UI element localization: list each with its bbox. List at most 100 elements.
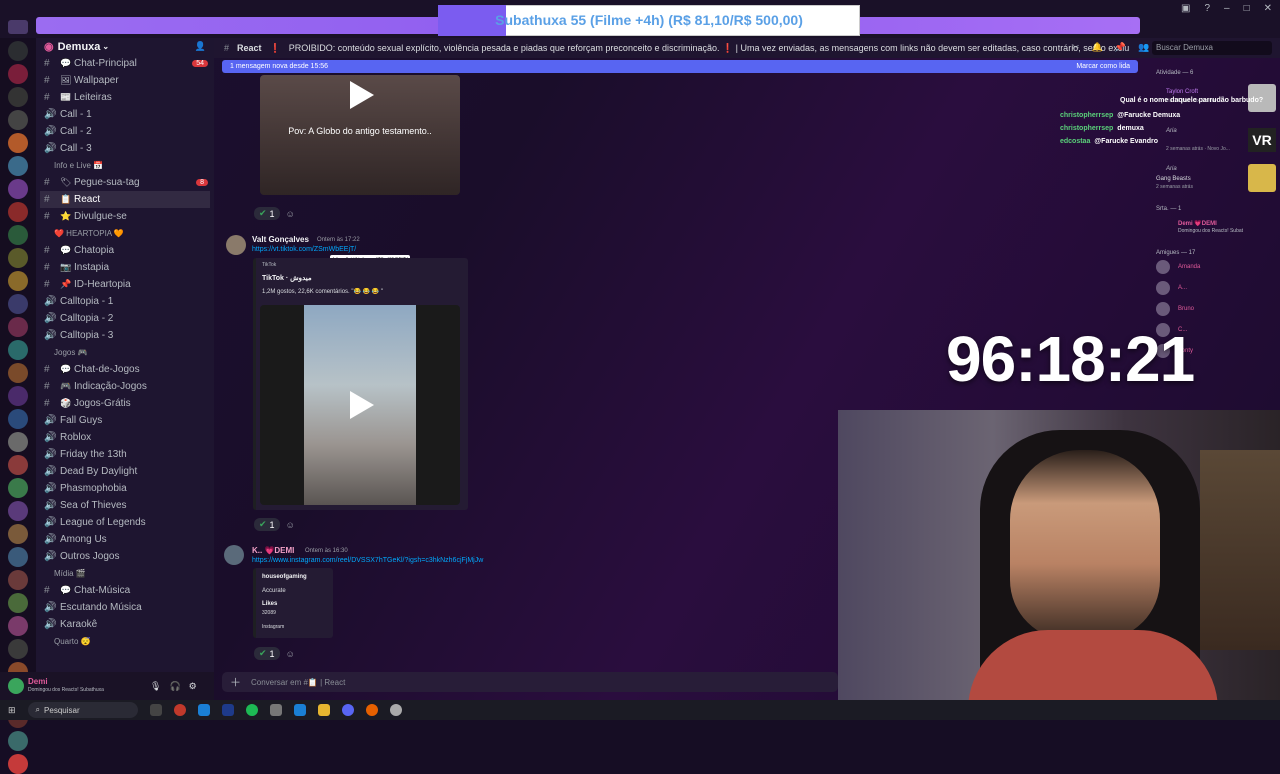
channel-item[interactable]: # 💬 Chat-Principal 54 [36, 55, 214, 72]
embed-author[interactable]: houseofgaming [262, 574, 307, 580]
mark-read-button[interactable]: Marcar como lida [1076, 63, 1130, 70]
channel-item[interactable]: # 💬 Chatopia [36, 242, 214, 259]
server-icon[interactable] [8, 87, 28, 107]
server-icon[interactable] [8, 501, 28, 521]
channel-item[interactable]: # 📷 Instapia [36, 259, 214, 276]
channel-item[interactable]: 🔊 Sea of Thieves [36, 497, 214, 514]
channel-item[interactable]: # 🖼 Wallpaper [36, 72, 214, 89]
new-messages-bar[interactable]: 1 mensagem nova desde 15:56 Marcar como … [222, 60, 1138, 73]
server-icon[interactable] [8, 432, 28, 452]
add-reaction-icon[interactable]: ☺ [286, 209, 295, 219]
embed-title[interactable]: TikTok · ميدوش [262, 274, 312, 282]
server-icon[interactable] [8, 133, 28, 153]
obs-icon[interactable] [389, 704, 402, 716]
server-icon[interactable] [8, 156, 28, 176]
server-icon[interactable] [8, 570, 28, 590]
edge-icon[interactable] [197, 704, 210, 716]
reaction-chip[interactable]: ✔ 1 [254, 207, 280, 220]
server-icon[interactable] [8, 225, 28, 245]
channel-item[interactable]: # 🏷 Pegue-sua-tag 8 [36, 174, 214, 191]
message-composer[interactable]: ＋ Conversar em #📋 | React [222, 672, 838, 692]
server-icon[interactable] [8, 386, 28, 406]
server-icon[interactable] [8, 110, 28, 130]
channel-category[interactable]: Info e Live 📅 [36, 157, 214, 174]
server-icon[interactable] [8, 340, 28, 360]
server-icon[interactable] [8, 524, 28, 544]
channel-item[interactable]: 🔊 Call - 2 [36, 123, 214, 140]
play-icon[interactable] [350, 391, 374, 419]
server-icon[interactable] [8, 179, 28, 199]
server-icon[interactable] [8, 616, 28, 636]
search-input[interactable]: Buscar Demuxa [1152, 41, 1272, 55]
plus-icon[interactable]: ＋ [230, 674, 241, 690]
activity-name[interactable]: Aria [1166, 128, 1177, 134]
server-icon[interactable] [8, 639, 28, 659]
channel-item[interactable]: 🔊 Outros Jogos [36, 548, 214, 565]
server-icon[interactable] [8, 41, 28, 61]
close-icon[interactable]: ✕ [1264, 3, 1272, 14]
channel-item[interactable]: # ⭐ Divulgue-se [36, 208, 214, 225]
photoshop-icon[interactable] [221, 704, 234, 716]
help-icon[interactable]: ? [1204, 3, 1210, 14]
avatar[interactable] [226, 235, 246, 255]
channel-item[interactable]: 🔊 Karaokê [36, 616, 214, 633]
channel-item[interactable]: 🔊 League of Legends [36, 514, 214, 531]
headphones-icon[interactable]: 🎧 [169, 681, 180, 692]
server-icon[interactable] [8, 455, 28, 475]
avatar[interactable] [1156, 260, 1170, 274]
channel-item[interactable]: # 🎲 Jogos-Grátis [36, 395, 214, 412]
server-icon[interactable] [8, 478, 28, 498]
channel-item[interactable]: # 📋 React [40, 191, 210, 208]
server-icon[interactable] [8, 409, 28, 429]
channel-item[interactable]: # 🎮 Indicação-Jogos [36, 378, 214, 395]
server-icon[interactable] [8, 317, 28, 337]
avatar[interactable] [1156, 302, 1170, 316]
channel-category[interactable]: Mídia 🎬 [36, 565, 214, 582]
add-member-icon[interactable]: 👤 [195, 41, 206, 52]
channel-item[interactable]: 🔊 Call - 1 [36, 106, 214, 123]
discord-icon[interactable] [341, 704, 354, 716]
reaction-chip[interactable]: ✔ 1 [254, 518, 280, 531]
channel-item[interactable]: 🔊 Dead By Daylight [36, 463, 214, 480]
message-author[interactable]: K.. 💗DEMI [252, 546, 294, 555]
reaction-chip[interactable]: ✔ 1 [254, 647, 280, 660]
channel-item[interactable]: 🔊 Calltopia - 1 [36, 293, 214, 310]
avatar[interactable] [224, 545, 244, 565]
app-icon[interactable] [269, 704, 282, 716]
spotify-icon[interactable] [245, 704, 258, 716]
windows-start-icon[interactable]: ⊞ [8, 705, 16, 716]
settings-gear-icon[interactable]: ⚙ [189, 681, 197, 692]
opera-icon[interactable] [173, 704, 186, 716]
play-icon[interactable] [350, 81, 374, 109]
channel-item[interactable]: # 📰 Leiteiras [36, 89, 214, 106]
members-icon[interactable]: 👥 [1138, 42, 1149, 53]
server-icon[interactable] [8, 271, 28, 291]
channel-item[interactable]: 🔊 Calltopia - 3 [36, 327, 214, 344]
server-icon[interactable] [8, 593, 28, 613]
channel-item[interactable]: 🔊 Calltopia - 2 [36, 310, 214, 327]
channel-item[interactable]: 🔊 Among Us [36, 531, 214, 548]
taskbar-search[interactable]: ⌕ Pesquisar [27, 702, 138, 718]
task-view-icon[interactable] [149, 704, 162, 716]
inbox-icon[interactable]: ▣ [1181, 3, 1190, 14]
vscode-icon[interactable] [293, 704, 306, 716]
bell-icon[interactable]: 🔔 [1092, 42, 1103, 53]
member-name[interactable]: A... [1178, 285, 1187, 291]
avatar[interactable] [8, 678, 24, 694]
channel-category[interactable]: Jogos 🎮 [36, 344, 214, 361]
server-icon[interactable] [8, 754, 28, 774]
channel-item[interactable]: 🔊 Phasmophobia [36, 480, 214, 497]
message-input[interactable]: Conversar em #📋 | React [251, 678, 345, 687]
channel-item[interactable]: 🔊 Call - 3 [36, 140, 214, 157]
server-icon[interactable] [8, 547, 28, 567]
add-reaction-icon[interactable]: ☺ [286, 649, 295, 659]
channel-item[interactable]: 🔊 Roblox [36, 429, 214, 446]
channel-category[interactable]: Quarto 😴 [36, 633, 214, 650]
discord-home-icon[interactable] [8, 20, 28, 34]
message-author[interactable]: Valt Gonçalves [252, 235, 309, 244]
server-icon[interactable] [8, 731, 28, 751]
add-reaction-icon[interactable]: ☺ [286, 520, 295, 530]
message-link[interactable]: https://www.instagram.com/reel/DVSSX7hTG… [252, 557, 483, 564]
server-icon[interactable] [8, 363, 28, 383]
server-header[interactable]: ◉ Demuxa ⌄ 👤 [36, 38, 214, 55]
